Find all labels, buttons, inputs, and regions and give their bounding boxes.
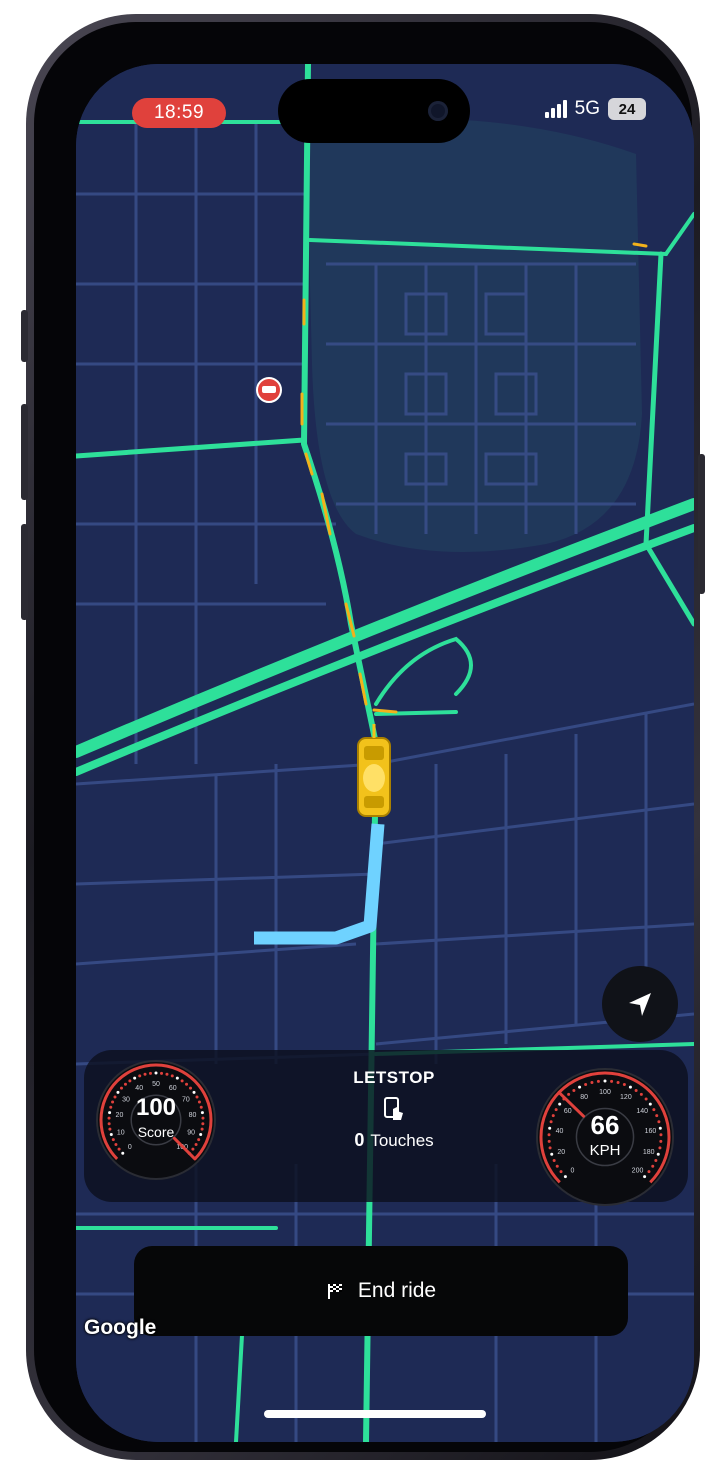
recenter-button[interactable] <box>602 966 678 1042</box>
speed-tick <box>596 1079 600 1083</box>
speed-tick <box>578 1085 582 1089</box>
speed-tick-label: 0 <box>571 1168 575 1175</box>
score-tick <box>148 1071 152 1075</box>
checkered-flag-icon <box>327 1284 342 1299</box>
phone-touch-icon <box>384 1097 403 1120</box>
speed-tick <box>555 1164 559 1168</box>
power-button <box>698 454 705 594</box>
touch-counter: LETSTOP 0 Touches <box>274 1056 514 1151</box>
speed-value: 66 <box>590 1110 620 1140</box>
end-ride-label: End ride <box>357 1279 437 1302</box>
status-time: 18:59 <box>132 98 226 128</box>
score-tick <box>189 1086 193 1090</box>
yellow-car-icon <box>357 724 391 817</box>
score-value: 100 <box>135 1094 177 1121</box>
speed-tick <box>567 1092 571 1096</box>
speed-tick <box>651 1164 655 1168</box>
score-tick <box>165 1072 169 1076</box>
score-tick <box>175 1076 179 1080</box>
network-type: 5G <box>574 98 600 119</box>
score-tick <box>123 1082 127 1086</box>
score-tick <box>180 1079 184 1083</box>
ride-dashboard: 0102030405060708090100 100 Score LETSTOP… <box>84 1050 688 1206</box>
speed-tick <box>559 1170 563 1174</box>
car-service-pin-icon[interactable] <box>256 377 282 403</box>
score-tick <box>191 1147 195 1151</box>
end-ride-button[interactable]: End ride <box>134 1246 628 1336</box>
score-tick <box>194 1143 198 1147</box>
map-attribution: Google <box>84 1316 157 1339</box>
phone-frame: 18:59 5G 24 0102030405060708090100 100 S… <box>21 14 705 1460</box>
touches-row: 0 Touches <box>274 1130 514 1151</box>
speed-tick <box>572 1088 576 1092</box>
score-label: Score <box>137 1124 175 1140</box>
volume-down-button <box>21 524 28 620</box>
score-tick <box>133 1076 137 1080</box>
score-tick <box>117 1147 121 1151</box>
battery-icon: 24 <box>608 98 646 120</box>
score-tick <box>119 1086 123 1090</box>
action-button <box>21 310 28 362</box>
score-tick <box>154 1071 158 1075</box>
speed-unit: KPH <box>589 1142 621 1159</box>
speed-tick <box>648 1102 652 1106</box>
status-indicators: 5G 24 <box>544 98 646 120</box>
speed-tick <box>643 1175 647 1179</box>
speed-tick <box>616 1081 620 1085</box>
score-tick <box>121 1151 125 1155</box>
speed-tick <box>563 1175 567 1179</box>
speed-gauge: 0 20 40 60 80 100 120 140 160 180 200 66 KPH <box>534 1066 676 1208</box>
speed-tick <box>634 1088 638 1092</box>
home-indicator[interactable] <box>264 1410 486 1418</box>
signal-icon <box>544 100 567 118</box>
score-tick <box>138 1074 142 1078</box>
score-tick <box>114 1143 118 1147</box>
touches-label: Touches <box>370 1131 434 1150</box>
speed-tick <box>639 1092 643 1096</box>
screen: 18:59 5G 24 0102030405060708090100 100 S… <box>76 64 694 1442</box>
score-tick-label: 0 <box>128 1144 132 1151</box>
score-tick <box>143 1072 147 1076</box>
score-gauge: 0102030405060708090100 100 Score <box>94 1058 218 1182</box>
map-view[interactable] <box>76 64 694 1442</box>
speed-tick-label: 80 <box>580 1094 588 1101</box>
score-tick <box>160 1071 164 1075</box>
speed-tick <box>610 1079 614 1083</box>
speed-tick <box>552 1158 556 1162</box>
score-tick <box>185 1082 189 1086</box>
speed-tick-label: 100 <box>599 1089 611 1096</box>
speed-tick-label: 200 <box>632 1168 644 1175</box>
speed-tick <box>654 1158 658 1162</box>
speed-tick <box>644 1097 648 1101</box>
score-tick-label: 60 <box>169 1085 177 1092</box>
score-tick <box>128 1079 132 1083</box>
speed-tick <box>628 1085 632 1089</box>
volume-up-button <box>21 404 28 500</box>
brand-name: LETSTOP <box>353 1068 435 1087</box>
location-arrow-icon <box>629 993 651 1016</box>
dynamic-island <box>278 79 470 143</box>
speed-tick <box>647 1170 651 1174</box>
speed-tick <box>584 1082 588 1086</box>
speed-tick <box>590 1081 594 1085</box>
speed-tick-label: 120 <box>620 1094 632 1101</box>
score-tick-label: 50 <box>152 1081 160 1088</box>
score-tick-label: 40 <box>135 1085 143 1092</box>
front-camera <box>428 101 448 121</box>
speed-tick <box>558 1102 562 1106</box>
speed-tick <box>603 1079 607 1083</box>
touches-count: 0 <box>354 1130 365 1150</box>
speed-tick <box>622 1082 626 1086</box>
score-tick <box>170 1074 174 1078</box>
